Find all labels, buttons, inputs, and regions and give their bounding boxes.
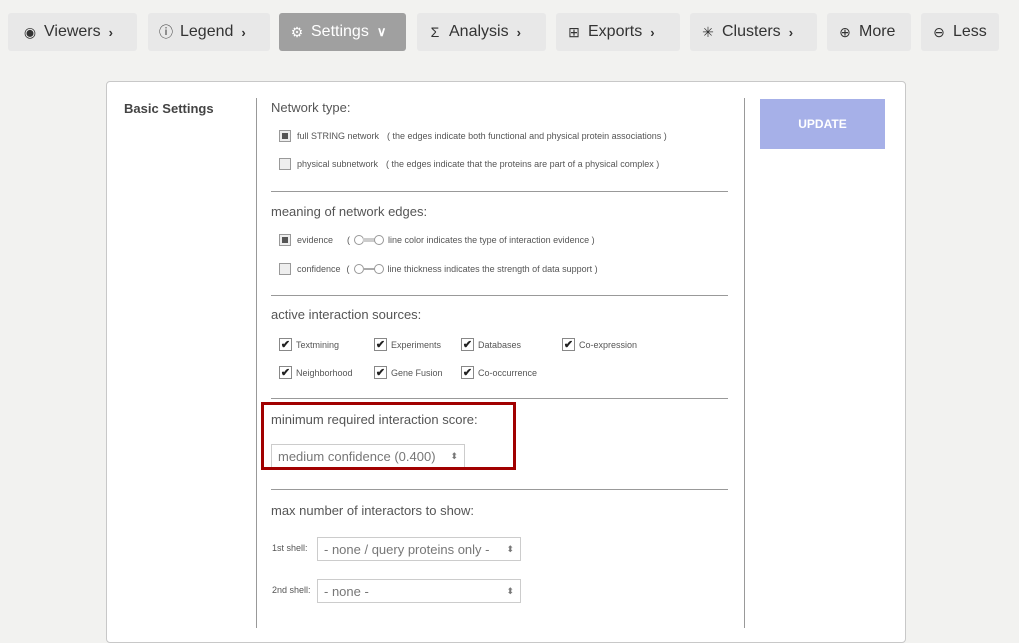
option-label: evidence (297, 235, 334, 245)
checkbox-checked-icon[interactable]: ✔ (374, 366, 387, 379)
interactors-heading: max number of interactors to show: (271, 503, 475, 518)
highlight-box (261, 402, 516, 470)
clusters-label: Clusters (722, 23, 781, 40)
source-label: Neighborhood (296, 367, 353, 378)
shell2-select-value: - none - (324, 583, 369, 599)
shell1-label: 1st shell: (272, 543, 308, 553)
clusters-icon: ✳ (702, 23, 714, 40)
sigma-icon: Σ (430, 24, 440, 40)
option-label: full STRING network (297, 131, 380, 141)
checkbox-checked-icon[interactable]: ✔ (461, 366, 474, 379)
confidence-line-icon (353, 264, 384, 274)
source-databases[interactable]: ✔ Databases (461, 338, 521, 351)
viewers-label: Viewers (44, 23, 101, 40)
settings-button[interactable]: ⚙ Settings ∨ (279, 13, 406, 51)
source-label: Textmining (296, 339, 340, 350)
shell1-select-value: - none / query proteins only - (324, 541, 490, 557)
source-label: Experiments (391, 339, 442, 350)
chevron-right-icon: › (108, 24, 113, 40)
divider (271, 398, 728, 399)
option-note: line thickness indicates the strength of… (387, 264, 598, 274)
update-button[interactable]: UPDATE (760, 99, 885, 149)
sources-heading: active interaction sources: (271, 307, 422, 322)
radio-unselected-icon[interactable] (279, 158, 291, 170)
analysis-label: Analysis (449, 23, 509, 40)
option-note: ( the edges indicate that the proteins a… (386, 159, 660, 169)
info-icon: ⓘ (159, 24, 173, 40)
source-gene-fusion[interactable]: ✔ Gene Fusion (374, 366, 443, 379)
option-note: ( the edges indicate both functional and… (387, 131, 667, 141)
exports-button[interactable]: ⊞ Exports › (556, 13, 680, 51)
plus-circle-icon: ⊕ (839, 23, 851, 40)
more-label: More (859, 23, 896, 40)
checkbox-checked-icon[interactable]: ✔ (279, 338, 292, 351)
source-label: Gene Fusion (391, 367, 443, 378)
source-neighborhood[interactable]: ✔ Neighborhood (279, 366, 353, 379)
minus-circle-icon: ⊖ (933, 23, 945, 40)
radio-unselected-icon[interactable] (279, 263, 291, 275)
viewers-button[interactable]: ◉ Viewers › (8, 13, 137, 51)
checkbox-checked-icon[interactable]: ✔ (374, 338, 387, 351)
table-icon: ⊞ (568, 23, 580, 40)
radio-selected-icon[interactable] (279, 130, 291, 142)
edges-heading: meaning of network edges: (271, 204, 428, 219)
source-label: Databases (478, 339, 522, 350)
exports-label: Exports (588, 23, 643, 40)
gear-icon: ⚙ (290, 23, 304, 40)
radio-selected-icon[interactable] (279, 234, 291, 246)
chevron-down-icon: ∨ (376, 24, 387, 39)
physical-subnetwork-option[interactable]: physical subnetwork ( the edges indicate… (279, 158, 659, 170)
legend-button[interactable]: ⓘ Legend › (148, 13, 270, 51)
divider (256, 98, 257, 628)
source-coexpression[interactable]: ✔ Co-expression (562, 338, 637, 351)
settings-label: Settings (311, 23, 369, 40)
network-type-heading: Network type: (271, 100, 351, 115)
clusters-button[interactable]: ✳ Clusters › (690, 13, 817, 51)
source-label: Co-occurrence (478, 367, 538, 378)
divider (271, 191, 728, 192)
less-button[interactable]: ⊖ Less (921, 13, 999, 51)
checkbox-checked-icon[interactable]: ✔ (562, 338, 575, 351)
divider (271, 295, 728, 296)
shell2-label: 2nd shell: (272, 585, 311, 595)
section-title: Basic Settings (124, 101, 214, 116)
evidence-line-icon (354, 235, 385, 245)
source-cooccurrence[interactable]: ✔ Co-occurrence (461, 366, 537, 379)
eye-icon: ◉ (23, 23, 37, 40)
confidence-option[interactable]: confidence ( line thickness indicates th… (279, 263, 598, 275)
more-button[interactable]: ⊕ More (827, 13, 911, 51)
source-label: Co-expression (579, 339, 638, 350)
less-label: Less (953, 23, 987, 40)
shell1-select[interactable]: - none / query proteins only - ⬍ (317, 537, 521, 561)
toolbar: ◉ Viewers › ⓘ Legend › ⚙ Settings ∨ Σ An… (0, 13, 1019, 51)
option-label: physical subnetwork (297, 159, 379, 169)
chevron-right-icon: › (516, 24, 521, 40)
select-arrows-icon: ⬍ (506, 585, 514, 596)
source-textmining[interactable]: ✔ Textmining (279, 338, 339, 351)
checkbox-checked-icon[interactable]: ✔ (279, 366, 292, 379)
chevron-right-icon: › (241, 24, 246, 40)
full-network-option[interactable]: full STRING network ( the edges indicate… (279, 130, 667, 142)
divider (744, 98, 745, 628)
evidence-option[interactable]: evidence ( line color indicates the type… (279, 234, 595, 246)
paren-glyph: ( (346, 264, 350, 274)
divider (271, 489, 728, 490)
legend-label: Legend (180, 23, 234, 40)
chevron-right-icon: › (650, 24, 655, 40)
option-label: confidence (297, 264, 341, 274)
option-note: line color indicates the type of interac… (388, 235, 595, 245)
chevron-right-icon: › (788, 24, 794, 40)
paren-glyph: ( (347, 235, 351, 245)
analysis-button[interactable]: Σ Analysis › (417, 13, 546, 51)
source-experiments[interactable]: ✔ Experiments (374, 338, 441, 351)
select-arrows-icon: ⬍ (506, 543, 514, 554)
shell2-select[interactable]: - none - ⬍ (317, 579, 521, 603)
checkbox-checked-icon[interactable]: ✔ (461, 338, 474, 351)
